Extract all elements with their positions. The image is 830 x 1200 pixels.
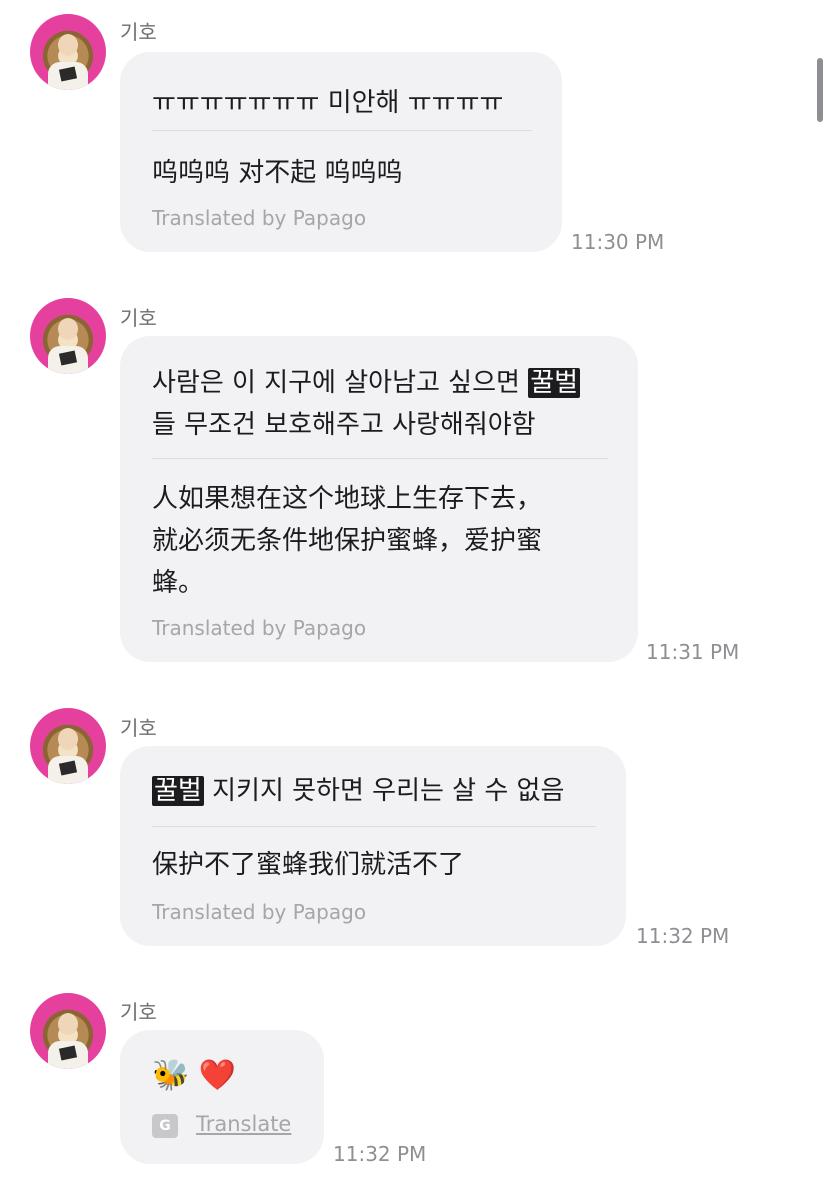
message-bubble[interactable]: 사람은 이 지구에 살아남고 싶으면 꿀벌 들 무조건 보호해주고 사랑해줘야함…: [120, 336, 638, 662]
divider: [152, 458, 608, 459]
message-bubble[interactable]: 🐝 ❤️ G Translate: [120, 1030, 324, 1164]
sender-avatar[interactable]: [30, 298, 106, 374]
translated-text-line-2: 就必须无条件地保护蜜蜂，爱护蜜: [152, 526, 543, 556]
translation-credit: Translated by Papago: [152, 616, 367, 640]
translated-text: 呜呜呜 对不起 呜呜呜: [152, 158, 403, 188]
original-text-part: 지키지 못하면 우리는 살 수 없음: [203, 776, 565, 806]
sender-name: 기호: [120, 716, 157, 740]
message-time: 11:31 PM: [646, 640, 740, 664]
translate-link[interactable]: Translate: [196, 1112, 291, 1136]
translate-icon[interactable]: G: [152, 1114, 178, 1138]
translated-text-line-3: 蜂。: [152, 568, 205, 598]
message-time: 11:32 PM: [636, 924, 730, 948]
original-text: 꿀벌 지키지 못하면 우리는 살 수 없음: [152, 770, 564, 812]
highlighted-word: 꿀벌: [152, 776, 204, 806]
sender-avatar[interactable]: [30, 708, 106, 784]
highlighted-word: 꿀벌: [528, 368, 581, 398]
sender-name: 기호: [120, 1000, 157, 1024]
sender-avatar[interactable]: [30, 14, 106, 90]
sender-avatar[interactable]: [30, 993, 106, 1069]
translation-credit: Translated by Papago: [152, 900, 367, 924]
original-text-line-1: 사람은 이 지구에 살아남고 싶으면 꿀벌: [152, 362, 581, 404]
translation-credit: Translated by Papago: [152, 206, 367, 230]
scrollbar[interactable]: [817, 58, 823, 122]
message-bubble[interactable]: ㅠㅠㅠㅠㅠㅠㅠ 미안해 ㅠㅠㅠㅠ 呜呜呜 对不起 呜呜呜 Translated …: [120, 52, 562, 252]
message-time: 11:32 PM: [333, 1142, 427, 1166]
message-time: 11:30 PM: [571, 230, 665, 254]
translated-text: 保护不了蜜蜂我们就活不了: [152, 850, 465, 880]
divider: [152, 130, 532, 131]
divider: [152, 826, 596, 827]
original-text-part: 사람은 이 지구에 살아남고 싶으면: [152, 368, 529, 398]
emoji-content: 🐝 ❤️: [152, 1058, 237, 1093]
message-bubble[interactable]: 꿀벌 지키지 못하면 우리는 살 수 없음 保护不了蜜蜂我们就活不了 Trans…: [120, 746, 626, 946]
translated-text-line-1: 人如果想在这个地球上生存下去，: [152, 484, 543, 514]
sender-name: 기호: [120, 20, 157, 44]
original-text-line-2: 들 무조건 보호해주고 사랑해줘야함: [152, 410, 536, 440]
sender-name: 기호: [120, 306, 157, 330]
original-text: ㅠㅠㅠㅠㅠㅠㅠ 미안해 ㅠㅠㅠㅠ: [152, 88, 504, 118]
